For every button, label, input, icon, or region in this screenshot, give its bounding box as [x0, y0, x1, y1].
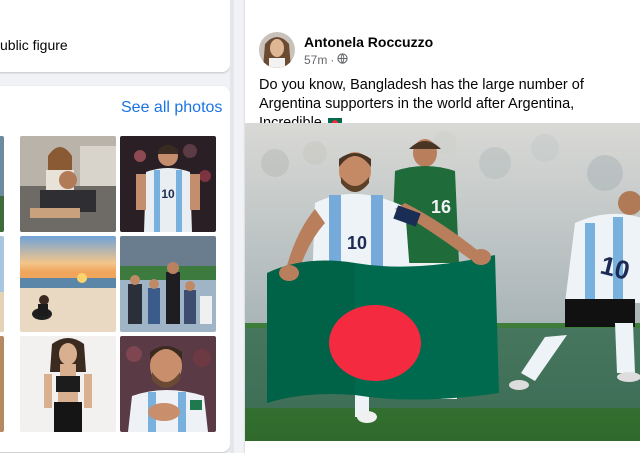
- photo-family-couch[interactable]: [20, 136, 116, 232]
- photo-messi-hand-on-chest[interactable]: [120, 336, 216, 432]
- opponent-jersey-number: 16: [431, 197, 451, 217]
- photo-partial-1[interactable]: [0, 136, 4, 232]
- messi-jersey-number: 10: [347, 233, 367, 253]
- globe-icon: [337, 53, 348, 67]
- photo-messi-jersey-10[interactable]: 10: [120, 136, 216, 232]
- scrollbar[interactable]: [230, 0, 234, 453]
- intro-card: ublic figure: [0, 0, 230, 72]
- post-card: Antonela Roccuzzo 57m · Do you know, Ban…: [245, 0, 640, 453]
- post-image[interactable]: 16 10 10: [245, 123, 640, 441]
- photos-card: See all photos 10: [0, 86, 230, 452]
- meta-separator: ·: [330, 53, 335, 67]
- post-meta: 57m ·: [304, 53, 348, 67]
- svg-text:10: 10: [161, 187, 175, 201]
- photo-family-stadium[interactable]: [120, 236, 216, 332]
- photo-partial-2[interactable]: [0, 236, 4, 332]
- author-avatar[interactable]: [259, 32, 295, 68]
- post-author-name[interactable]: Antonela Roccuzzo: [304, 34, 433, 50]
- photo-beach-sunset[interactable]: [20, 236, 116, 332]
- intro-category-text: ublic figure: [0, 37, 68, 53]
- photo-woman-mirror[interactable]: [20, 336, 116, 432]
- bangladesh-flag: [267, 255, 499, 403]
- post-time[interactable]: 57m: [304, 53, 327, 67]
- photo-partial-3[interactable]: [0, 336, 4, 432]
- see-all-photos-link[interactable]: See all photos: [121, 99, 222, 117]
